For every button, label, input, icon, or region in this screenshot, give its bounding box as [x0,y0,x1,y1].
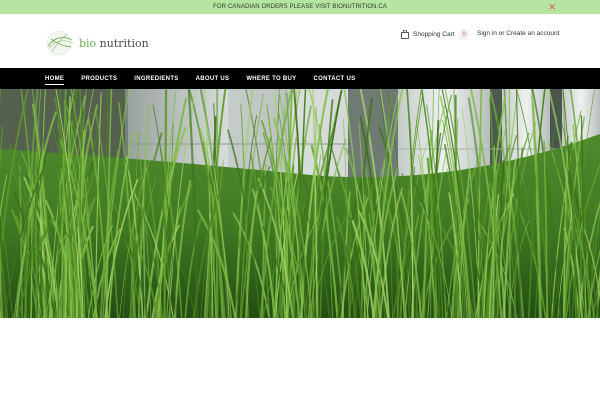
nav-item-products[interactable]: PRODUCTS [81,68,117,89]
hero-banner[interactable] [0,89,600,318]
shopping-bag-icon [401,30,409,39]
close-icon[interactable]: ✕ [548,1,556,13]
account-or: or [496,30,507,37]
cart-count-badge: 0 [458,29,470,40]
nav-item-contact-us[interactable]: CONTACT US [314,68,356,89]
account-links: Sign in or Create an account [477,30,559,37]
page-body [0,318,600,400]
logo-bio: bio [79,36,97,50]
nav-item-where-to-buy[interactable]: WHERE TO BUY [246,68,296,89]
main-nav: HOME PRODUCTS INGREDIENTS ABOUT US WHERE… [0,68,600,89]
nav-item-ingredients[interactable]: INGREDIENTS [134,68,178,89]
leaf-logo-icon [46,30,74,56]
shopping-cart-link[interactable]: Shopping Cart 0 [401,29,470,40]
nav-item-about-us[interactable]: ABOUT US [196,68,230,89]
announcement-text[interactable]: FOR CANADIAN ORDERS PLEASE VISIT BIONUTR… [213,4,387,10]
hero-image [0,89,600,318]
announcement-bar: FOR CANADIAN ORDERS PLEASE VISIT BIONUTR… [0,0,600,14]
sign-in-link[interactable]: Sign in [477,30,497,37]
grass-blade [508,89,511,318]
create-account-link[interactable]: Create an account [506,30,559,37]
cart-label: Shopping Cart [413,31,455,38]
site-header: bio nutrition Shopping Cart 0 Sign in or… [0,14,600,68]
nav-item-home[interactable]: HOME [45,68,65,89]
logo-nutrition: nutrition [96,36,149,50]
logo-text: bio nutrition [79,37,149,50]
site-logo[interactable]: bio nutrition [45,30,149,56]
